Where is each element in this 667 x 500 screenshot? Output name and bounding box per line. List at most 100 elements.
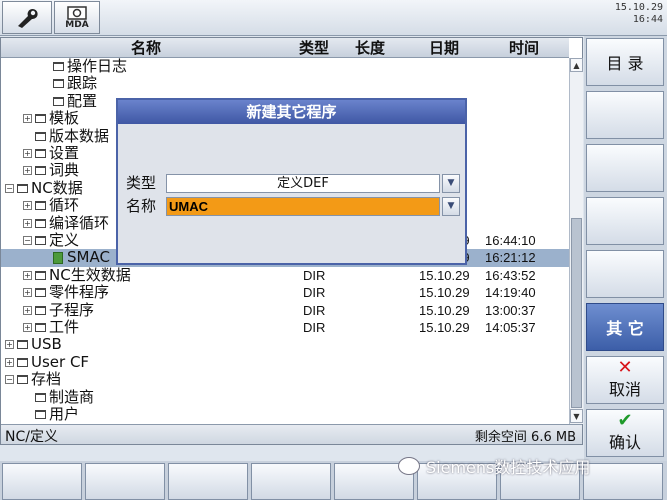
name-input[interactable]: UMAC bbox=[166, 197, 440, 216]
tree-item: + 模板 bbox=[23, 110, 79, 127]
tree-row[interactable]: 制造商 bbox=[1, 388, 569, 406]
expand-icon[interactable]: + bbox=[23, 288, 32, 298]
tree-item-label: User CF bbox=[31, 352, 90, 371]
chevron-down-icon[interactable]: ▼ bbox=[442, 174, 460, 193]
expand-icon[interactable]: + bbox=[23, 270, 32, 280]
cell-type: DIR bbox=[303, 285, 326, 301]
cell-type: DIR bbox=[303, 302, 326, 318]
type-select[interactable]: 定义DEF bbox=[166, 174, 440, 193]
cell-date: 15.10.29 bbox=[419, 267, 470, 283]
confirm-softkey[interactable]: ✔ 确认 bbox=[586, 409, 664, 457]
tree-row[interactable]: − 存档 bbox=[1, 371, 569, 388]
column-time[interactable]: 时间 bbox=[509, 38, 539, 58]
vertical-softkeys: 目 录 其 它 ✕ 取消 ✔ 确认 bbox=[584, 36, 667, 461]
cell-type: DIR bbox=[303, 267, 326, 283]
dialog-title: 新建其它程序 bbox=[118, 100, 465, 124]
collapse-icon[interactable]: − bbox=[5, 375, 14, 385]
scroll-up-arrow-icon[interactable]: ▲ bbox=[570, 58, 583, 72]
type-label: 类型 bbox=[126, 174, 157, 192]
expand-icon[interactable]: + bbox=[5, 357, 14, 367]
tree-item-label: 跟踪 bbox=[67, 74, 98, 93]
column-length[interactable]: 长度 bbox=[355, 38, 385, 58]
tree-item: 配置 bbox=[41, 92, 97, 110]
expand-icon[interactable]: + bbox=[23, 305, 32, 315]
column-type[interactable]: 类型 bbox=[299, 38, 329, 58]
clock: 15.10.29 16:44 bbox=[615, 2, 663, 26]
expand-icon[interactable]: + bbox=[23, 201, 32, 211]
tree-row[interactable]: 操作日志 bbox=[1, 58, 569, 75]
bottom-softkey-1[interactable] bbox=[2, 463, 82, 500]
folder-icon bbox=[17, 183, 28, 193]
mda-icon bbox=[67, 5, 87, 20]
tree-item-label: SMAC bbox=[67, 248, 110, 267]
scroll-down-arrow-icon[interactable]: ▼ bbox=[570, 409, 583, 423]
tree-item-label: 循环 bbox=[49, 196, 80, 215]
folder-icon bbox=[35, 131, 46, 141]
tree-item: + 子程序 bbox=[23, 300, 95, 319]
file-icon bbox=[53, 251, 63, 264]
cell-time: 13:00:37 bbox=[485, 302, 536, 318]
expand-icon[interactable]: + bbox=[23, 323, 32, 332]
column-date[interactable]: 日期 bbox=[429, 38, 459, 58]
mda-button[interactable]: MDA bbox=[54, 1, 100, 34]
folder-icon bbox=[35, 149, 46, 158]
tree-row[interactable]: + 子程序 DIR 15.10.29 13:00:37 bbox=[1, 300, 569, 319]
softkey-5[interactable] bbox=[586, 250, 664, 298]
tree-item: 版本数据 bbox=[23, 126, 110, 145]
tree-item-label: 定义 bbox=[49, 231, 80, 249]
tree-item: − 定义 bbox=[23, 232, 79, 249]
tree-row[interactable]: 跟踪 bbox=[1, 75, 569, 92]
bottom-softkey-3[interactable] bbox=[168, 463, 248, 500]
bottom-softkey-2[interactable] bbox=[85, 463, 165, 500]
wrench-button[interactable] bbox=[2, 1, 52, 34]
mda-label: MDA bbox=[65, 19, 89, 30]
folder-icon bbox=[35, 236, 46, 245]
tree-item: + 设置 bbox=[23, 145, 79, 162]
new-program-dialog: 新建其它程序 类型 定义DEF ▼ 名称 UMAC ▼ bbox=[116, 98, 467, 265]
tree-item: 跟踪 bbox=[41, 75, 97, 92]
expand-icon[interactable]: + bbox=[23, 149, 32, 158]
tree-item-label: 版本数据 bbox=[49, 126, 110, 145]
directory-softkey[interactable]: 目 录 bbox=[586, 38, 664, 86]
tree-row[interactable]: + USB bbox=[1, 336, 569, 353]
tree-item-label: 存档 bbox=[31, 370, 62, 389]
cancel-softkey[interactable]: ✕ 取消 bbox=[586, 356, 664, 404]
tree-item: + USB bbox=[5, 336, 62, 353]
tree-row[interactable]: 用户 bbox=[1, 406, 569, 423]
chevron-down-icon[interactable]: ▼ bbox=[442, 197, 460, 216]
bottom-softkey-4[interactable] bbox=[251, 463, 331, 500]
scroll-thumb[interactable] bbox=[571, 218, 582, 408]
cell-date: 15.10.29 bbox=[419, 320, 470, 335]
tree-item-label: 零件程序 bbox=[49, 283, 110, 302]
softkey-4[interactable] bbox=[586, 197, 664, 245]
bottom-softkey-8[interactable] bbox=[583, 463, 663, 500]
expand-icon[interactable]: + bbox=[23, 218, 32, 228]
cancel-label: 取消 bbox=[608, 380, 641, 399]
folder-icon bbox=[17, 357, 28, 367]
tree-item-label: 子程序 bbox=[49, 300, 95, 319]
collapse-icon[interactable]: − bbox=[23, 236, 32, 245]
tree-row[interactable]: + 零件程序 DIR 15.10.29 14:19:40 bbox=[1, 284, 569, 301]
top-bar: MDA 15.10.29 16:44 bbox=[0, 0, 667, 36]
tree-row[interactable]: + User CF bbox=[1, 352, 569, 371]
folder-icon bbox=[35, 410, 46, 419]
softkey-3[interactable] bbox=[586, 144, 664, 192]
expand-icon[interactable]: + bbox=[23, 166, 32, 176]
folder-icon bbox=[35, 392, 46, 402]
other-softkey[interactable]: 其 它 bbox=[586, 303, 664, 351]
softkey-2[interactable] bbox=[586, 91, 664, 139]
status-bar: NC/定义 剩余空间 6.6 MB bbox=[1, 424, 582, 445]
collapse-icon[interactable]: − bbox=[5, 183, 14, 193]
expand-icon[interactable]: + bbox=[5, 340, 14, 350]
tree-item: 用户 bbox=[23, 406, 79, 423]
tree-row[interactable]: + NC生效数据 DIR 15.10.29 16:43:52 bbox=[1, 266, 569, 284]
tree-item: − 存档 bbox=[5, 371, 61, 388]
column-header: 名称 类型 长度 日期 时间 bbox=[1, 38, 569, 58]
tree-row[interactable]: + 工件 DIR 15.10.29 14:05:37 bbox=[1, 319, 569, 336]
vertical-scrollbar[interactable]: ▲ ▼ bbox=[569, 58, 583, 424]
expand-icon[interactable]: + bbox=[23, 114, 32, 124]
folder-icon bbox=[35, 201, 46, 211]
checkmark-icon: ✔ bbox=[617, 410, 633, 431]
column-name[interactable]: 名称 bbox=[131, 38, 161, 58]
folder-icon bbox=[53, 79, 64, 89]
